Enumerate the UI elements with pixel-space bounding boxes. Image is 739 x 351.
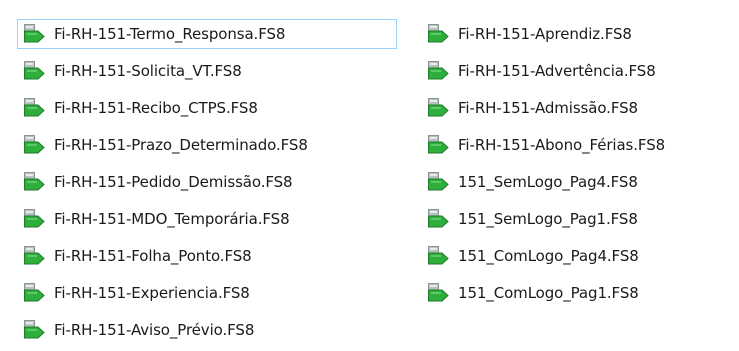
file-item[interactable]: Fi-RH-151-Recibo_CTPS.FS8	[17, 93, 397, 123]
file-name: Fi-RH-151-Recibo_CTPS.FS8	[54, 99, 258, 117]
file-item[interactable]: 151_ComLogo_Pag1.FS8	[421, 278, 731, 308]
file-name: Fi-RH-151-Experiencia.FS8	[54, 284, 250, 302]
file-item[interactable]: 151_SemLogo_Pag1.FS8	[421, 204, 731, 234]
file-name: Fi-RH-151-Solicita_VT.FS8	[54, 62, 242, 80]
fs8-file-icon	[23, 171, 51, 193]
fs8-file-icon	[427, 245, 455, 267]
fs8-file-icon	[23, 60, 51, 82]
file-item[interactable]: Fi-RH-151-Pedido_Demissão.FS8	[17, 167, 397, 197]
file-item[interactable]: Fi-RH-151-MDO_Temporária.FS8	[17, 204, 397, 234]
fs8-file-icon	[23, 23, 51, 45]
file-item[interactable]: Fi-RH-151-Aprendiz.FS8	[421, 19, 731, 49]
file-name: Fi-RH-151-Aprendiz.FS8	[458, 25, 632, 43]
file-item[interactable]: 151_ComLogo_Pag4.FS8	[421, 241, 731, 271]
fs8-file-icon	[427, 60, 455, 82]
file-name: 151_SemLogo_Pag1.FS8	[458, 210, 638, 228]
file-list-view: Fi-RH-151-Termo_Responsa.FS8 Fi-RH-151-S…	[0, 0, 739, 351]
fs8-file-icon	[23, 319, 51, 341]
fs8-file-icon	[427, 208, 455, 230]
fs8-file-icon	[23, 97, 51, 119]
file-name: Fi-RH-151-Termo_Responsa.FS8	[54, 25, 286, 43]
file-name: Fi-RH-151-Folha_Ponto.FS8	[54, 247, 252, 265]
file-name: 151_ComLogo_Pag1.FS8	[458, 284, 639, 302]
file-item[interactable]: Fi-RH-151-Folha_Ponto.FS8	[17, 241, 397, 271]
fs8-file-icon	[427, 97, 455, 119]
file-item[interactable]: Fi-RH-151-Aviso_Prévio.FS8	[17, 315, 397, 345]
fs8-file-icon	[23, 282, 51, 304]
file-item[interactable]: Fi-RH-151-Prazo_Determinado.FS8	[17, 130, 397, 160]
fs8-file-icon	[23, 134, 51, 156]
file-item[interactable]: Fi-RH-151-Solicita_VT.FS8	[17, 56, 397, 86]
fs8-file-icon	[427, 171, 455, 193]
file-name: 151_SemLogo_Pag4.FS8	[458, 173, 638, 191]
file-item[interactable]: 151_SemLogo_Pag4.FS8	[421, 167, 731, 197]
fs8-file-icon	[427, 134, 455, 156]
file-item[interactable]: Fi-RH-151-Advertência.FS8	[421, 56, 731, 86]
file-name: Fi-RH-151-Aviso_Prévio.FS8	[54, 321, 255, 339]
file-name: 151_ComLogo_Pag4.FS8	[458, 247, 639, 265]
fs8-file-icon	[427, 23, 455, 45]
file-name: Fi-RH-151-MDO_Temporária.FS8	[54, 210, 290, 228]
file-name: Fi-RH-151-Admissão.FS8	[458, 99, 638, 117]
file-item[interactable]: Fi-RH-151-Experiencia.FS8	[17, 278, 397, 308]
fs8-file-icon	[427, 282, 455, 304]
file-item[interactable]: Fi-RH-151-Termo_Responsa.FS8	[17, 19, 397, 49]
file-item[interactable]: Fi-RH-151-Abono_Férias.FS8	[421, 130, 731, 160]
file-item[interactable]: Fi-RH-151-Admissão.FS8	[421, 93, 731, 123]
fs8-file-icon	[23, 208, 51, 230]
fs8-file-icon	[23, 245, 51, 267]
file-name: Fi-RH-151-Pedido_Demissão.FS8	[54, 173, 293, 191]
file-name: Fi-RH-151-Advertência.FS8	[458, 62, 656, 80]
file-name: Fi-RH-151-Abono_Férias.FS8	[458, 136, 666, 154]
file-name: Fi-RH-151-Prazo_Determinado.FS8	[54, 136, 308, 154]
